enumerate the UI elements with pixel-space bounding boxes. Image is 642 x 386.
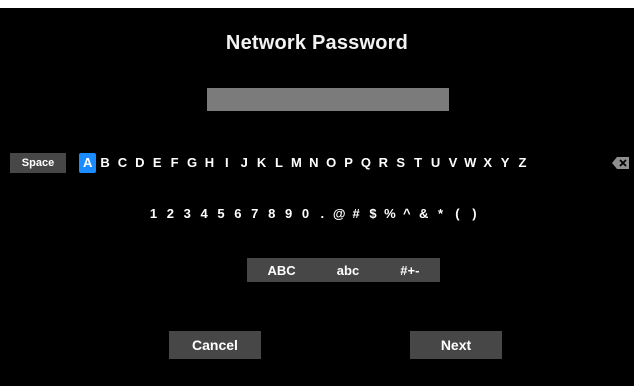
cancel-button[interactable]: Cancel bbox=[169, 331, 261, 359]
symbol-key[interactable]: $ bbox=[365, 204, 382, 224]
letter-key[interactable]: L bbox=[270, 153, 287, 173]
letter-key[interactable]: C bbox=[114, 153, 131, 173]
letter-key[interactable]: D bbox=[131, 153, 148, 173]
letter-key[interactable]: G bbox=[183, 153, 200, 173]
letter-key[interactable]: Q bbox=[357, 153, 374, 173]
letter-key[interactable]: F bbox=[166, 153, 183, 173]
letter-key[interactable]: R bbox=[375, 153, 392, 173]
symbol-key[interactable]: 2 bbox=[162, 204, 179, 224]
mode-key[interactable]: ABC bbox=[268, 263, 296, 278]
letter-key[interactable]: O bbox=[322, 153, 339, 173]
letter-key[interactable]: M bbox=[288, 153, 305, 173]
letter-key[interactable]: U bbox=[427, 153, 444, 173]
letter-key[interactable]: P bbox=[340, 153, 357, 173]
mode-key[interactable]: abc bbox=[337, 263, 359, 278]
letter-key-selected[interactable]: A bbox=[79, 153, 97, 173]
symbol-key[interactable]: ) bbox=[466, 204, 483, 224]
letter-key[interactable]: I bbox=[218, 153, 235, 173]
next-button[interactable]: Next bbox=[410, 331, 502, 359]
letter-key[interactable]: Y bbox=[496, 153, 513, 173]
tv-screen: Network Password Space ABCDEFGHIJKLMNOPQ… bbox=[0, 8, 634, 386]
letter-key[interactable]: H bbox=[201, 153, 218, 173]
letter-key[interactable]: J bbox=[236, 153, 253, 173]
symbol-key[interactable]: 4 bbox=[196, 204, 213, 224]
letter-key[interactable]: X bbox=[479, 153, 496, 173]
letter-key[interactable]: B bbox=[96, 153, 113, 173]
symbol-key[interactable]: 9 bbox=[280, 204, 297, 224]
letter-key[interactable]: K bbox=[253, 153, 270, 173]
letter-key[interactable]: Z bbox=[514, 153, 531, 173]
symbol-key[interactable]: 5 bbox=[213, 204, 230, 224]
password-field[interactable] bbox=[207, 88, 449, 111]
space-key[interactable]: Space bbox=[10, 153, 66, 173]
letter-key[interactable]: N bbox=[305, 153, 322, 173]
mode-key[interactable]: #+- bbox=[400, 263, 419, 278]
keyboard-mode-switch: ABC abc #+- bbox=[247, 258, 440, 282]
symbol-key[interactable]: 8 bbox=[263, 204, 280, 224]
symbol-key[interactable]: 7 bbox=[246, 204, 263, 224]
symbol-key[interactable]: % bbox=[381, 204, 398, 224]
backspace-icon[interactable] bbox=[612, 156, 630, 170]
symbol-key[interactable]: 1 bbox=[145, 204, 162, 224]
letter-key[interactable]: W bbox=[462, 153, 479, 173]
symbol-key[interactable]: 6 bbox=[229, 204, 246, 224]
letter-row: Space ABCDEFGHIJKLMNOPQRSTUVWXYZ bbox=[0, 151, 634, 175]
letter-keys: ABCDEFGHIJKLMNOPQRSTUVWXYZ bbox=[79, 151, 531, 175]
symbol-key[interactable]: ^ bbox=[398, 204, 415, 224]
letter-key[interactable]: V bbox=[444, 153, 461, 173]
letter-key[interactable]: E bbox=[149, 153, 166, 173]
symbol-key[interactable]: @ bbox=[331, 204, 348, 224]
symbol-row: 1 2 3 4 5 6 7 8 9 0. @ # $% ^ & *() bbox=[145, 204, 483, 224]
symbol-key[interactable]: . bbox=[314, 204, 331, 224]
symbol-key[interactable]: & bbox=[415, 204, 432, 224]
symbol-key[interactable]: 0 bbox=[297, 204, 314, 224]
symbol-key[interactable]: ( bbox=[449, 204, 466, 224]
symbol-key[interactable]: 3 bbox=[179, 204, 196, 224]
dialog-title: Network Password bbox=[225, 32, 409, 54]
symbol-key[interactable]: * bbox=[432, 204, 449, 224]
letter-key[interactable]: S bbox=[392, 153, 409, 173]
symbol-key[interactable]: # bbox=[348, 204, 365, 224]
letter-key[interactable]: T bbox=[409, 153, 426, 173]
